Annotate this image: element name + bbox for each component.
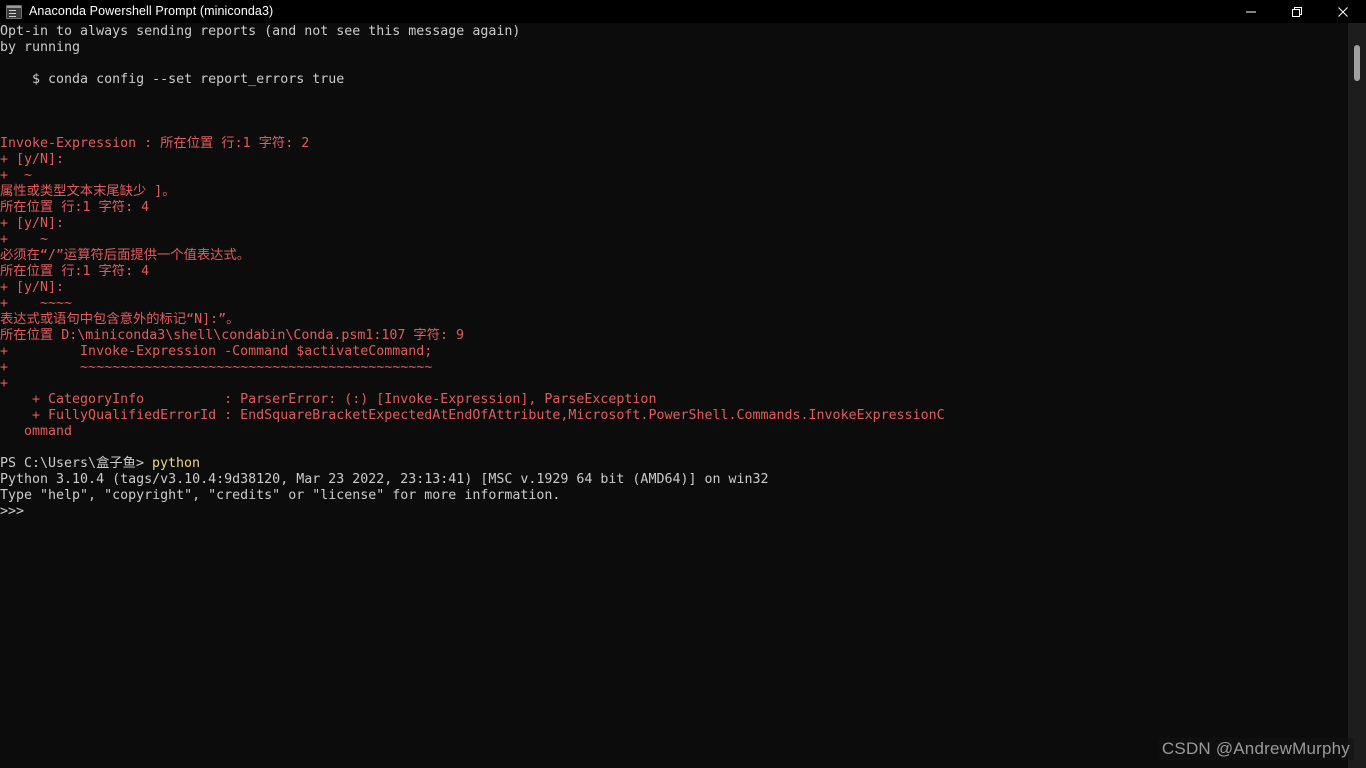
terminal-line: + [y/N]: [0,280,65,295]
vertical-scrollbar[interactable] [1348,23,1366,768]
terminal-line: ommand [0,424,73,439]
restore-icon [1292,6,1302,17]
terminal-line: + ~~~~ [0,296,73,311]
terminal-line: + FullyQualifiedErrorId : EndSquareBrack… [0,408,945,423]
terminal-line: 表达式或语句中包含意外的标记“N]:”。 [0,312,240,327]
window-title: Anaconda Powershell Prompt (miniconda3) [29,4,274,18]
terminal-line: Opt-in to always sending reports (and no… [0,24,521,39]
terminal-line: + [y/N]: [0,216,65,231]
scrollbar-thumb[interactable] [1354,45,1360,81]
shell-prompt: PS C:\Users\盒子鱼> [0,456,152,471]
restore-button[interactable] [1274,0,1320,23]
terminal-line: + ~ [0,168,33,183]
terminal-line: Invoke-Expression : 所在位置 行:1 字符: 2 [0,136,310,151]
console-icon [6,4,22,19]
terminal-line: 所在位置 行:1 字符: 4 [0,264,150,279]
terminal-viewport[interactable]: Opt-in to always sending reports (and no… [0,23,1348,768]
terminal-line: + ~~~~~~~~~~~~~~~~~~~~~~~~~~~~~~~~~~~~~~… [0,360,433,375]
terminal-output: Opt-in to always sending reports (and no… [0,23,1348,520]
terminal-line: PS C:\Users\盒子鱼> python [0,456,1348,472]
minimize-button[interactable] [1228,0,1274,23]
terminal-line: + CategoryInfo : ParserError: (:) [Invok… [0,392,657,407]
terminal-line: 必须在“/”运算符后面提供一个值表达式。 [0,248,251,263]
close-icon [1338,6,1348,17]
typed-command: python [151,456,201,471]
close-button[interactable] [1320,0,1366,23]
terminal-line: Type "help", "copyright", "credits" or "… [0,488,561,503]
terminal-line: $ conda config --set report_errors true [0,72,345,87]
title-bar: Anaconda Powershell Prompt (miniconda3) [0,0,1366,23]
window-controls [1228,0,1366,23]
terminal-line: >>> [0,504,25,519]
watermark-text: CSDN @AndrewMurphy [1157,738,1354,760]
minimize-icon [1246,11,1256,12]
terminal-body[interactable]: Opt-in to always sending reports (and no… [0,23,1366,768]
terminal-line: 属性或类型文本末尾缺少 ]。 [0,184,176,199]
title-bar-left: Anaconda Powershell Prompt (miniconda3) [0,0,273,23]
terminal-line: + [y/N]: [0,152,65,167]
terminal-window: Anaconda Powershell Prompt (miniconda3) [0,0,1366,768]
terminal-line: by running [0,40,81,55]
terminal-line: + Invoke-Expression -Command $activateCo… [0,344,433,359]
terminal-line: + [0,376,9,391]
terminal-line: 所在位置 行:1 字符: 4 [0,200,150,215]
terminal-line: 所在位置 D:\miniconda3\shell\condabin\Conda.… [0,328,465,343]
terminal-line: + ~ [0,232,49,247]
terminal-line: Python 3.10.4 (tags/v3.10.4:9d38120, Mar… [0,472,769,487]
